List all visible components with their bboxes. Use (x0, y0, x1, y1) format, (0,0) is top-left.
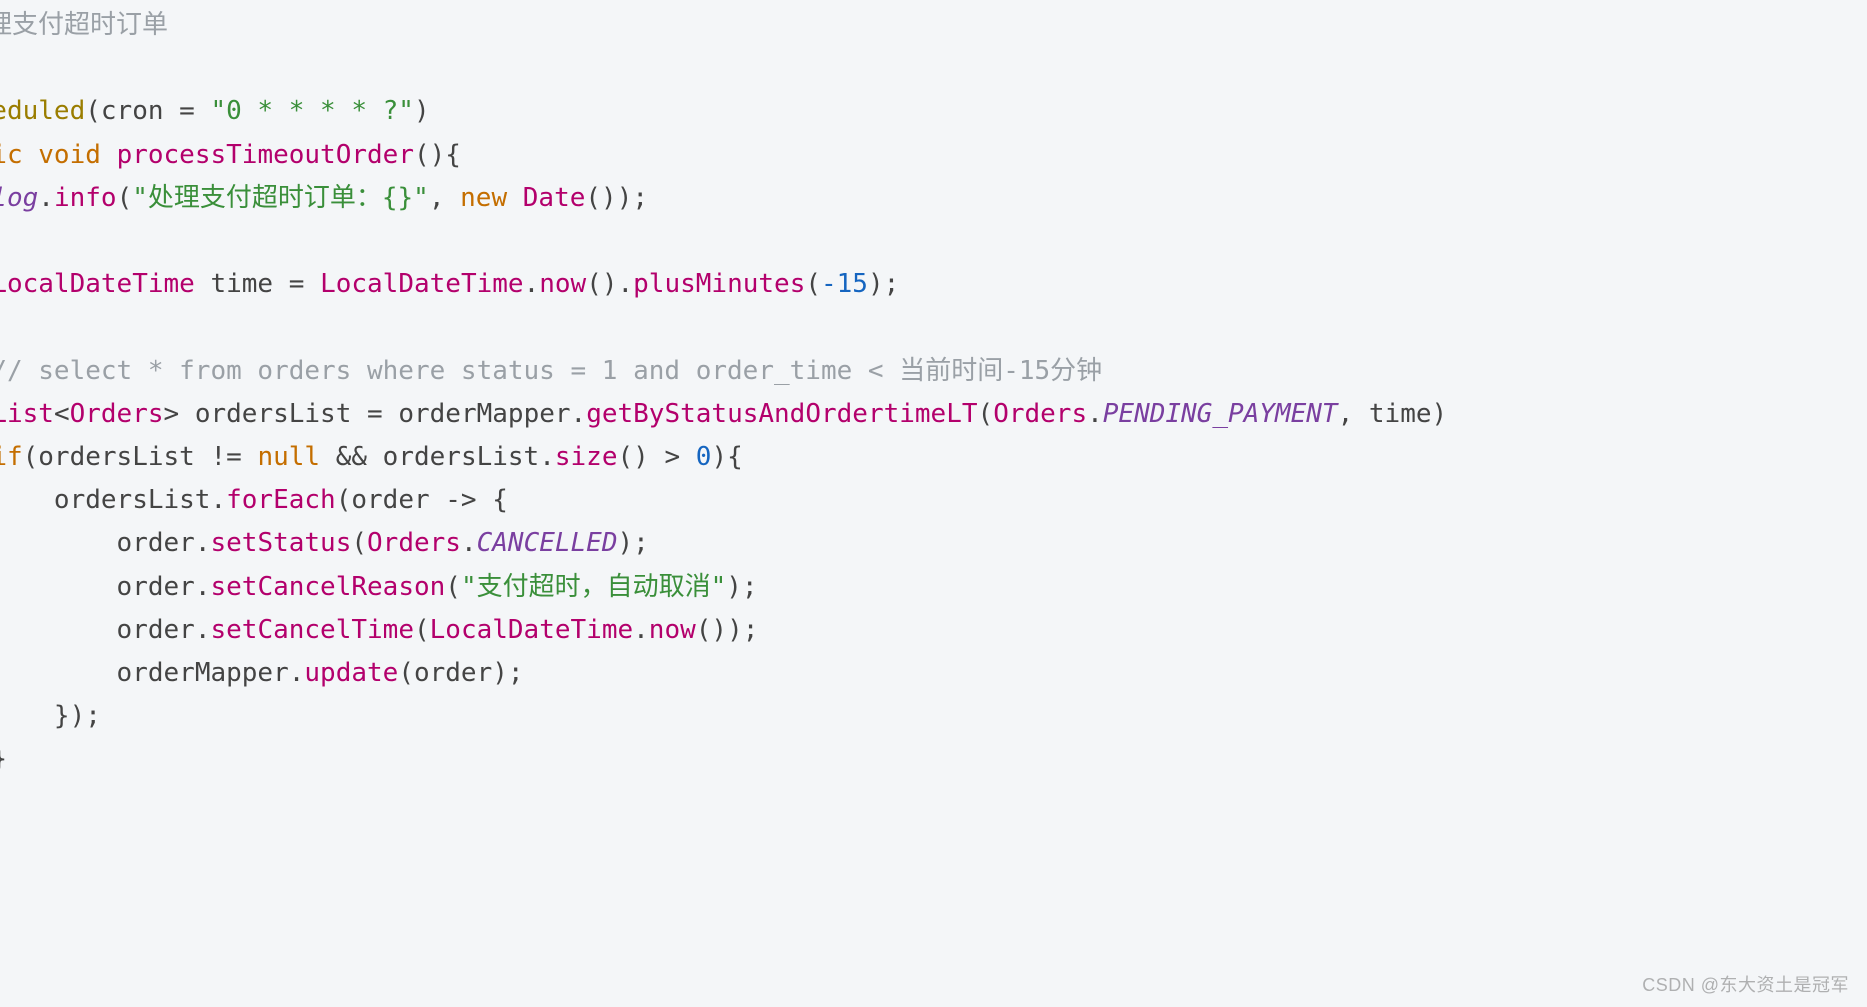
code-line: 处理支付超时订单 (0, 10, 168, 40)
code-token: cheduled (0, 96, 85, 126)
code-block: 处理支付超时订单 cheduled(cron = "0 * * * * ?") … (0, 4, 1827, 782)
watermark-text: CSDN @东大资土是冠军 (1642, 971, 1849, 997)
